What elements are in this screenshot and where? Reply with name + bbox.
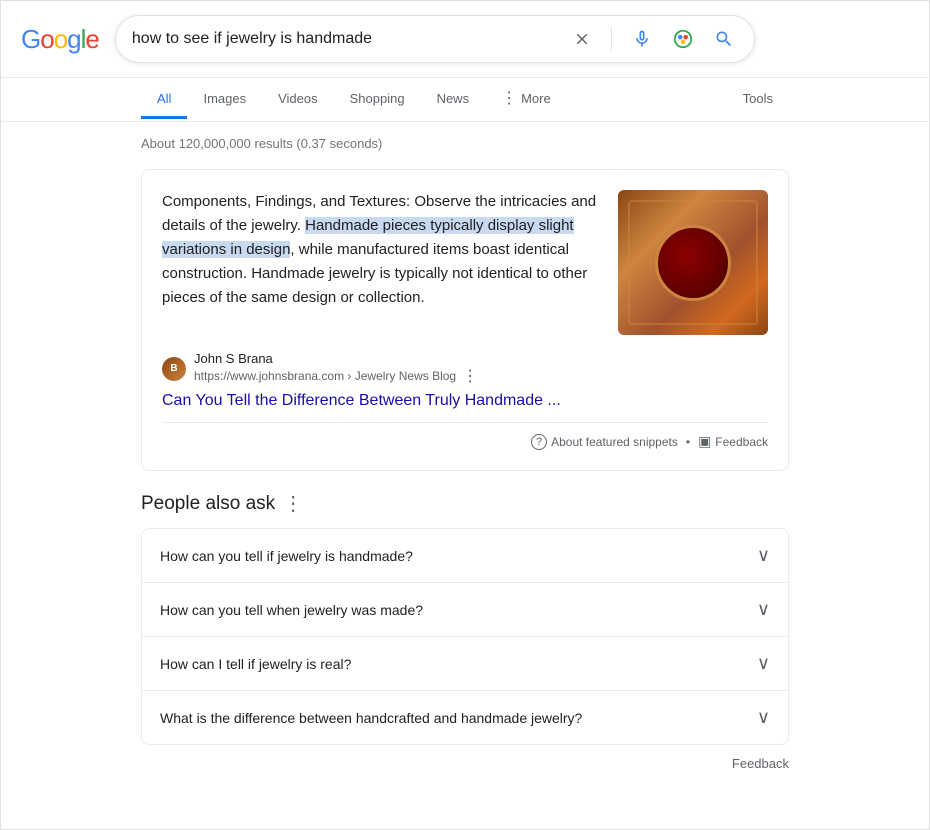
clear-button[interactable]	[569, 26, 595, 52]
people-also-ask-section: People also ask ⋮ How can you tell if je…	[141, 491, 789, 775]
snippet-footer: ? About featured snippets • ▣ Feedback	[162, 422, 768, 450]
tab-videos[interactable]: Videos	[262, 81, 334, 119]
snippet-body: Components, Findings, and Textures: Obse…	[162, 190, 768, 335]
about-snippets-button[interactable]: ? About featured snippets	[531, 434, 678, 450]
source-favicon: B	[162, 357, 186, 381]
paa-list: How can you tell if jewelry is handmade?…	[141, 528, 789, 745]
paa-item-3[interactable]: What is the difference between handcraft…	[141, 690, 789, 745]
about-snippets-label: About featured snippets	[551, 435, 678, 449]
feedback-button[interactable]: ▣ Feedback	[698, 433, 768, 450]
nav-tools: Tools	[727, 81, 789, 119]
tools-button[interactable]: Tools	[727, 81, 789, 119]
lens-icon	[672, 28, 694, 50]
paa-item-0[interactable]: How can you tell if jewelry is handmade?…	[141, 528, 789, 583]
tab-all[interactable]: All	[141, 81, 187, 119]
paa-question-text-3: What is the difference between handcraft…	[160, 710, 582, 726]
chevron-down-icon-2: ∨	[757, 653, 770, 674]
paa-question-2: How can I tell if jewelry is real? ∨	[142, 637, 788, 690]
microphone-icon	[632, 29, 652, 49]
source-info: John S Brana https://www.johnsbrana.com …	[194, 351, 478, 386]
feedback-label: Feedback	[715, 435, 768, 449]
paa-question-text-1: How can you tell when jewelry was made?	[160, 602, 423, 618]
paa-item-2[interactable]: How can I tell if jewelry is real? ∨	[141, 636, 789, 691]
search-button[interactable]	[710, 25, 738, 53]
search-icon	[714, 29, 734, 49]
source-url: https://www.johnsbrana.com › Jewelry New…	[194, 369, 456, 383]
paa-title: People also ask	[141, 493, 275, 515]
nav-tabs: All Images Videos Shopping News ⋮ More T…	[1, 78, 929, 122]
paa-question-text-0: How can you tell if jewelry is handmade?	[160, 548, 413, 564]
search-bar: how to see if jewelry is handmade	[115, 15, 755, 63]
search-divider	[611, 27, 612, 51]
tab-images[interactable]: Images	[187, 81, 262, 119]
search-icons	[569, 24, 738, 54]
more-dots-icon: ⋮	[501, 88, 517, 108]
question-mark-icon: ?	[531, 434, 547, 450]
voice-search-button[interactable]	[628, 25, 656, 53]
snippet-image	[618, 190, 768, 335]
source-url-row: https://www.johnsbrana.com › Jewelry New…	[194, 366, 478, 386]
source-row: B John S Brana https://www.johnsbrana.co…	[162, 351, 768, 386]
source-menu-icon[interactable]: ⋮	[462, 366, 478, 386]
tab-news[interactable]: News	[421, 81, 486, 119]
paa-question-text-2: How can I tell if jewelry is real?	[160, 656, 351, 672]
google-logo: Google	[21, 24, 99, 55]
header: Google how to see if jewelry is handmade	[1, 1, 929, 78]
image-search-button[interactable]	[668, 24, 698, 54]
paa-question-1: How can you tell when jewelry was made? …	[142, 583, 788, 636]
bottom-feedback-label: Feedback	[732, 756, 789, 771]
close-icon	[573, 30, 591, 48]
paa-header: People also ask ⋮	[141, 491, 789, 516]
snippet-text: Components, Findings, and Textures: Obse…	[162, 190, 598, 335]
paa-question-3: What is the difference between handcraft…	[142, 691, 788, 744]
featured-snippet: Components, Findings, and Textures: Obse…	[141, 169, 789, 471]
paa-question-0: How can you tell if jewelry is handmade?…	[142, 529, 788, 582]
dot-separator: •	[686, 435, 690, 449]
snippet-link[interactable]: Can You Tell the Difference Between Trul…	[162, 392, 768, 410]
feedback-icon: ▣	[698, 433, 711, 450]
bottom-feedback[interactable]: Feedback	[141, 744, 789, 775]
chevron-down-icon-3: ∨	[757, 707, 770, 728]
paa-menu-icon[interactable]: ⋮	[283, 491, 303, 516]
tab-shopping[interactable]: Shopping	[334, 81, 421, 119]
main-content: About 120,000,000 results (0.37 seconds)…	[1, 122, 929, 795]
results-count: About 120,000,000 results (0.37 seconds)	[141, 136, 789, 151]
source-name: John S Brana	[194, 351, 478, 366]
paa-item-1[interactable]: How can you tell when jewelry was made? …	[141, 582, 789, 637]
chevron-down-icon-0: ∨	[757, 545, 770, 566]
tab-more[interactable]: ⋮ More	[485, 78, 567, 121]
search-input[interactable]: how to see if jewelry is handmade	[132, 30, 569, 48]
chevron-down-icon-1: ∨	[757, 599, 770, 620]
